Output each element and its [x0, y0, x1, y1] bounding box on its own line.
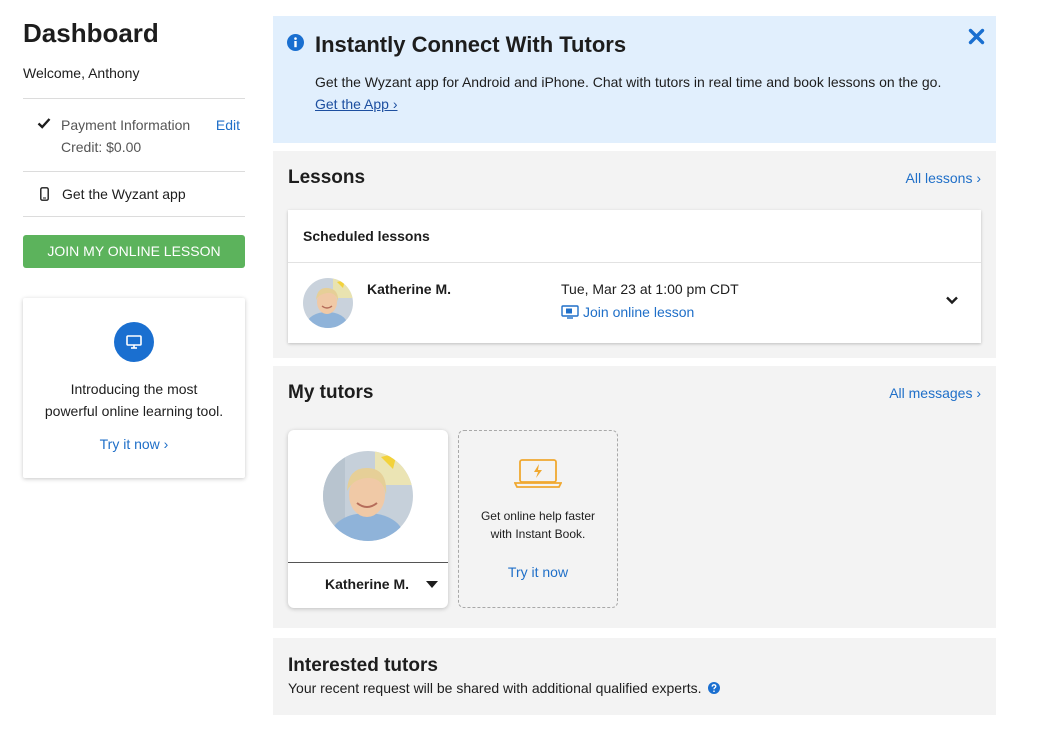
- promo-text: Introducing the most powerful online lea…: [23, 378, 245, 422]
- laptop-bolt-icon: [513, 459, 563, 488]
- edit-payment-link[interactable]: Edit: [216, 114, 240, 136]
- join-online-lesson-link[interactable]: Join online lesson: [561, 304, 694, 320]
- all-lessons-link[interactable]: All lessons ›: [906, 170, 981, 186]
- get-app-link[interactable]: Get the Wyzant app: [23, 172, 245, 216]
- monitor-icon: [114, 322, 154, 362]
- divider: [288, 562, 448, 563]
- get-app-label: Get the Wyzant app: [62, 186, 186, 202]
- lesson-row[interactable]: Katherine M. Tue, Mar 23 at 1:00 pm CDT …: [288, 263, 981, 343]
- phone-icon: [40, 187, 49, 201]
- join-online-lesson-button[interactable]: JOIN MY ONLINE LESSON: [23, 235, 245, 268]
- instant-book-try-link[interactable]: Try it now: [508, 564, 568, 580]
- tutor-avatar: [303, 278, 353, 328]
- all-messages-link[interactable]: All messages ›: [889, 385, 981, 401]
- welcome-text: Welcome, Anthony: [23, 65, 140, 81]
- checkmark-icon: [37, 118, 51, 129]
- my-tutors-section: My tutors All messages › Katherine M. Ge…: [273, 366, 996, 628]
- close-icon[interactable]: [968, 28, 985, 45]
- my-tutors-title: My tutors: [288, 382, 374, 403]
- credit-value: Credit: $0.00: [61, 139, 142, 155]
- interested-tutors-text: Your recent request will be shared with …: [288, 680, 981, 696]
- instant-book-text-line: Get online help faster: [480, 509, 596, 523]
- interested-tutors-description: Your recent request will be shared with …: [288, 680, 702, 696]
- main-content: Instantly Connect With Tutors Get the Wy…: [273, 16, 996, 715]
- lesson-datetime: Tue, Mar 23 at 1:00 pm CDT: [561, 281, 739, 297]
- screen-share-icon: [561, 305, 579, 319]
- chevron-down-icon[interactable]: [945, 293, 959, 307]
- banner-text: Get the Wyzant app for Android and iPhon…: [315, 74, 942, 90]
- payment-label: Payment Information: [61, 117, 191, 133]
- interested-tutors-section: Interested tutors Your recent request wi…: [273, 638, 996, 715]
- lessons-section: Lessons All lessons › Scheduled lessons: [273, 151, 996, 358]
- page-title: Dashboard: [23, 18, 159, 48]
- instant-book-text-line: with Instant Book.: [490, 527, 586, 541]
- join-online-lesson-label: Join online lesson: [583, 304, 695, 320]
- promo-try-link[interactable]: Try it now ›: [100, 436, 169, 452]
- payment-info: Payment Information Credit: $0.00 Edit: [23, 99, 245, 171]
- instant-book-text: Get online help faster with Instant Book…: [459, 507, 617, 543]
- banner-title: Instantly Connect With Tutors: [315, 32, 627, 57]
- promo-text-line: powerful online learning tool.: [44, 403, 224, 419]
- caret-down-icon[interactable]: [426, 581, 438, 589]
- interested-tutors-title: Interested tutors: [288, 655, 438, 676]
- tutor-name: Katherine M.: [325, 576, 410, 592]
- app-banner: Instantly Connect With Tutors Get the Wy…: [273, 16, 996, 143]
- lessons-title: Lessons: [288, 167, 366, 188]
- tutor-avatar: [323, 451, 413, 541]
- tutor-card[interactable]: Katherine M.: [288, 430, 448, 608]
- sidebar: Dashboard Welcome, Anthony Payment Infor…: [23, 16, 245, 478]
- divider: [23, 216, 245, 217]
- scheduled-lessons-header: Scheduled lessons: [288, 210, 981, 263]
- promo-text-line: Introducing the most: [70, 381, 198, 397]
- lesson-tutor-name: Katherine M.: [367, 281, 452, 297]
- info-icon: [287, 34, 304, 51]
- help-icon[interactable]: [707, 682, 720, 694]
- instant-book-card: Get online help faster with Instant Book…: [458, 430, 618, 608]
- get-app-banner-link[interactable]: Get the App ›: [315, 96, 398, 112]
- scheduled-lessons-card: Scheduled lessons Katherine M. Tue, Mar …: [288, 210, 981, 343]
- promo-card: Introducing the most powerful online lea…: [23, 298, 245, 478]
